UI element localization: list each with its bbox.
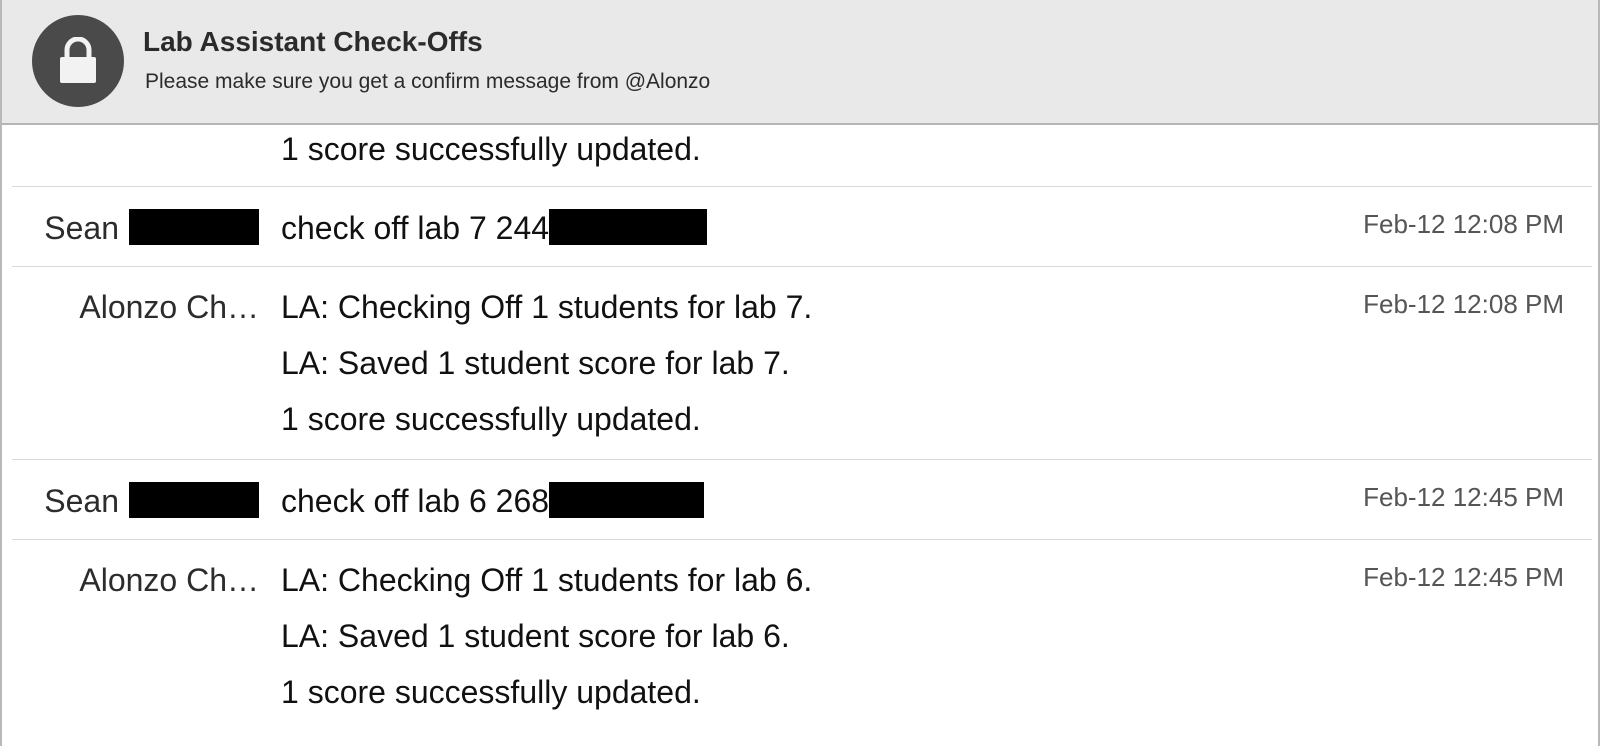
message-timestamp: Feb-12 12:45 PM bbox=[1363, 482, 1564, 512]
message-sender[interactable]: Alonzo Ch… bbox=[79, 289, 259, 326]
message-timestamp: Feb-12 12:08 PM bbox=[1363, 209, 1564, 239]
channel-topic: Please make sure you get a confirm messa… bbox=[145, 70, 711, 93]
redacted-block bbox=[549, 209, 708, 245]
message-line-text: check off lab 6 268 bbox=[281, 483, 550, 519]
message-line-text: check off lab 7 244 bbox=[281, 210, 550, 246]
message-line: LA: Saved 1 student score for lab 7. bbox=[281, 345, 790, 381]
message-sender[interactable]: Alonzo Ch… bbox=[79, 562, 259, 599]
redacted-block bbox=[549, 482, 705, 518]
redacted-block bbox=[129, 482, 259, 518]
message-timestamp: Feb-12 12:45 PM bbox=[1363, 562, 1564, 592]
message-item[interactable]: 1 score successfully updated. bbox=[12, 127, 1592, 187]
message-line: LA: Checking Off 1 students for lab 7. bbox=[281, 289, 813, 325]
message-timestamp: Feb-12 12:08 PM bbox=[1363, 289, 1564, 319]
redacted-block bbox=[129, 209, 259, 245]
chat-window: Lab Assistant Check-Offs Please make sur… bbox=[0, 0, 1600, 746]
message-line: 1 score successfully updated. bbox=[281, 674, 701, 710]
channel-title: Lab Assistant Check-Offs bbox=[143, 26, 483, 57]
message-line: check off lab 6 268 bbox=[281, 482, 705, 520]
message-item[interactable]: Sean check off lab 6 268 Feb-12 12:45 PM bbox=[12, 460, 1592, 540]
message-item[interactable]: Alonzo Ch… LA: Checking Off 1 students f… bbox=[12, 267, 1592, 460]
message-line: 1 score successfully updated. bbox=[281, 401, 701, 437]
message-line: LA: Checking Off 1 students for lab 6. bbox=[281, 562, 813, 598]
message-sender[interactable]: Sean bbox=[44, 209, 259, 247]
lock-icon bbox=[60, 37, 96, 83]
sender-name: Sean bbox=[44, 210, 119, 246]
message-line: check off lab 7 244 bbox=[281, 209, 708, 247]
message-item[interactable]: Sean check off lab 7 244 Feb-12 12:08 PM bbox=[12, 187, 1592, 267]
channel-avatar[interactable] bbox=[32, 15, 124, 107]
message-line: LA: Saved 1 student score for lab 6. bbox=[281, 618, 790, 654]
message-item[interactable]: Alonzo Ch… LA: Checking Off 1 students f… bbox=[12, 540, 1592, 746]
channel-header: Lab Assistant Check-Offs Please make sur… bbox=[2, 0, 1598, 125]
message-sender[interactable]: Sean bbox=[44, 482, 259, 520]
message-list[interactable]: 1 score successfully updated. Sean check… bbox=[12, 127, 1592, 746]
message-line: 1 score successfully updated. bbox=[281, 131, 701, 167]
sender-name: Sean bbox=[44, 483, 119, 519]
